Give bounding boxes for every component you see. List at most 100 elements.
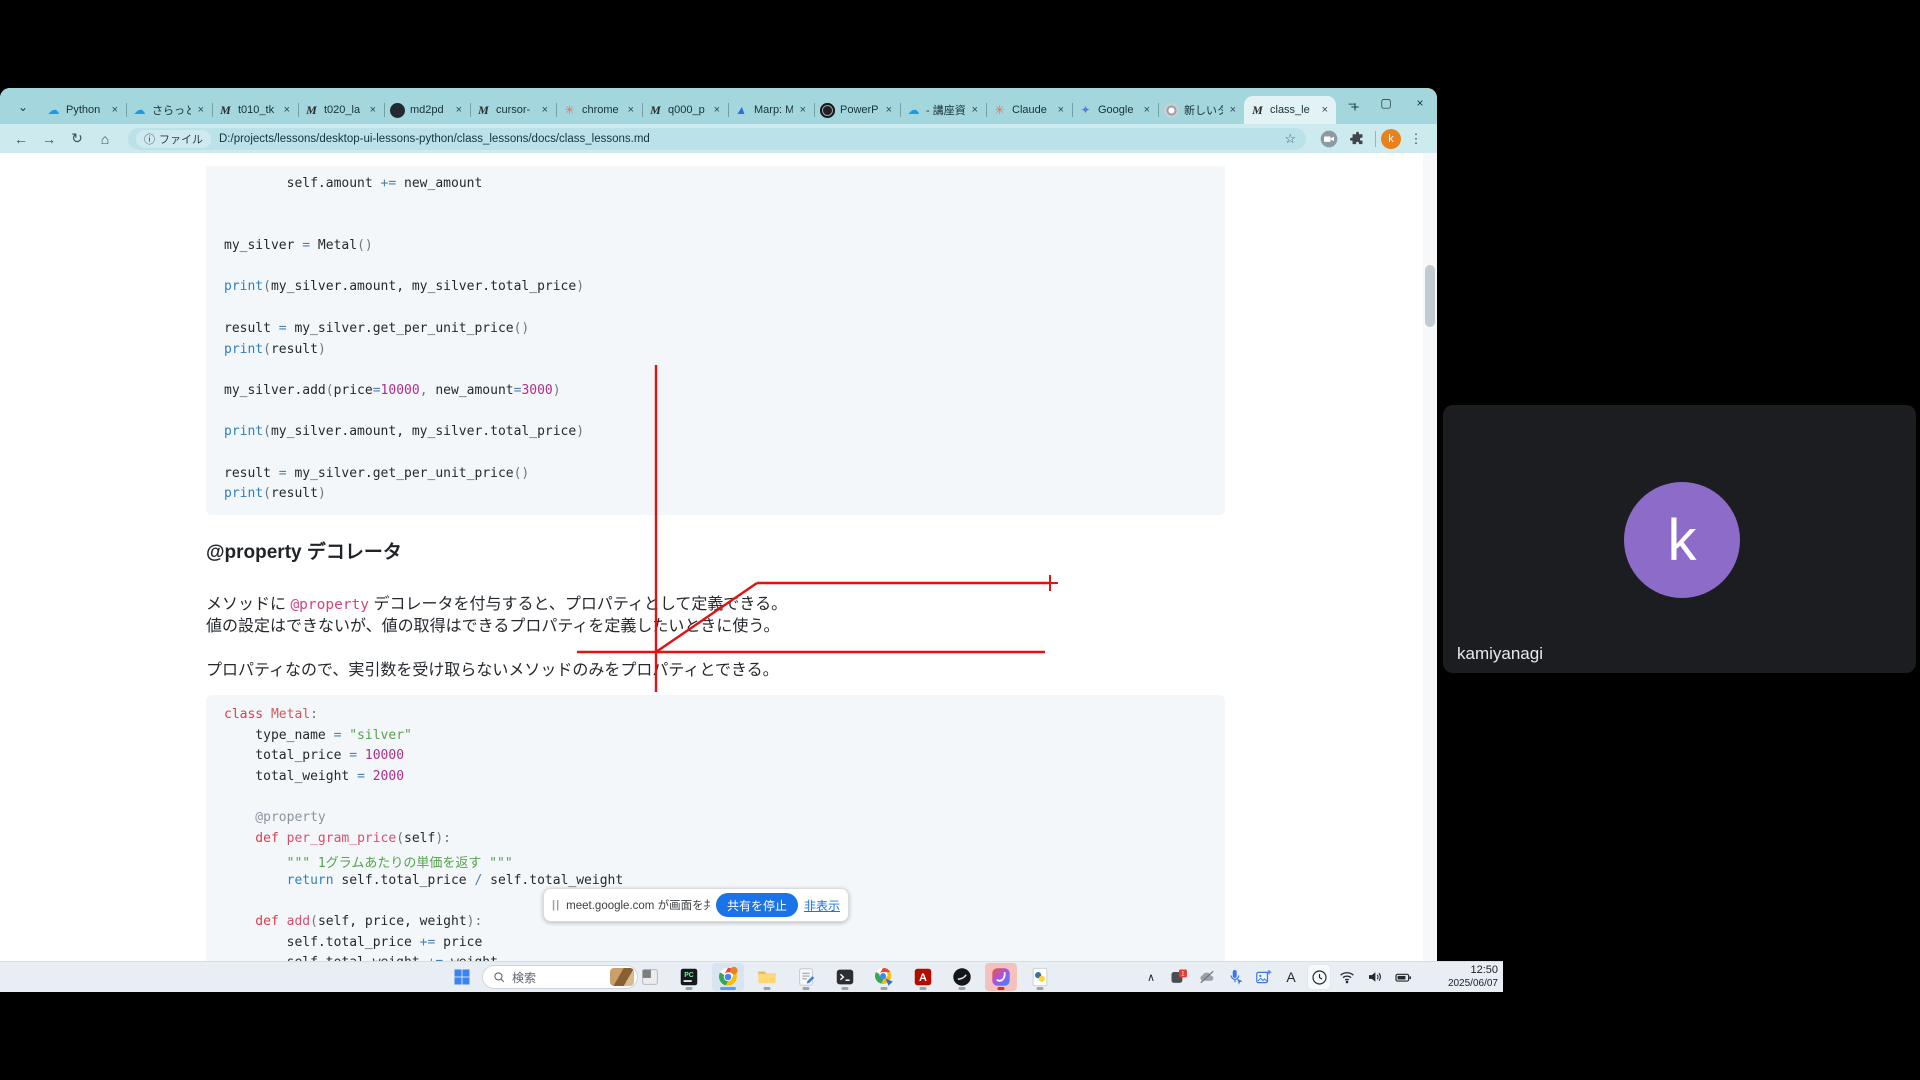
browser-window: ⌄ ☁Python×☁さらっと学×Mt010_tk×Mt020_la×md2pd…	[0, 88, 1437, 961]
reload-icon[interactable]: ↻	[64, 127, 90, 151]
taskbar-dark-app-icon[interactable]	[946, 963, 978, 991]
extensions-puzzle-icon[interactable]	[1344, 127, 1370, 151]
code-line: print(my_silver.amount, my_silver.total_…	[224, 424, 1211, 445]
restore-button[interactable]: ▢	[1369, 88, 1403, 118]
chrome-gray-icon	[1164, 103, 1179, 118]
meet-share-banner: || meet.google.com が画面を共有しています。 共有を停止 非表…	[543, 888, 849, 922]
tab-- 講座資[interactable]: ☁- 講座資×	[900, 96, 986, 124]
cloud-icon: ☁	[132, 103, 147, 118]
taskbar-terminal-icon[interactable]	[829, 963, 861, 991]
search-daily-image[interactable]	[610, 968, 634, 986]
taskbar: 検索 PC A ∧1 A 12:50 2025/06/07	[0, 961, 1503, 992]
taskbar-chrome-icon[interactable]	[712, 963, 744, 991]
tab-close-icon[interactable]: ×	[884, 104, 894, 116]
tab-label: Marp: M	[754, 104, 793, 116]
tab-close-icon[interactable]: ×	[1056, 104, 1066, 116]
stop-sharing-button[interactable]: 共有を停止	[716, 893, 798, 917]
tab-close-icon[interactable]: ×	[1142, 104, 1152, 116]
tab-Marp: M[interactable]: ▲Marp: M×	[728, 96, 814, 124]
tab-PowerP[interactable]: PowerP×	[814, 96, 900, 124]
tab-Python[interactable]: ☁Python×	[40, 96, 126, 124]
tab-t020_la[interactable]: Mt020_la×	[298, 96, 384, 124]
tab-close-icon[interactable]: ×	[626, 104, 636, 116]
volume-icon[interactable]	[1364, 965, 1386, 989]
back-icon[interactable]: ←	[8, 127, 34, 151]
code-line: my_silver = Metal()	[224, 238, 1211, 259]
participant-tile[interactable]: k kamiyanagi	[1443, 405, 1916, 673]
taskbar-gray-app-icon[interactable]	[634, 963, 666, 991]
tab-close-icon[interactable]: ×	[282, 104, 292, 116]
tab-md2pd[interactable]: md2pd×	[384, 96, 470, 124]
tab-新しいタ[interactable]: 新しいタ×	[1158, 96, 1244, 124]
code-line: print(result)	[224, 342, 1211, 363]
section-heading: @property デコレータ	[206, 537, 402, 564]
tab-close-icon[interactable]: ×	[368, 104, 378, 116]
tab-q000_p[interactable]: Mq000_p×	[642, 96, 728, 124]
pause-icon[interactable]: ||	[552, 899, 560, 911]
code-line: total_price = 10000	[224, 748, 1211, 769]
tab-close-icon[interactable]: ×	[540, 104, 550, 116]
start-button[interactable]	[447, 965, 477, 989]
code-line	[224, 445, 1211, 466]
tab-close-icon[interactable]: ×	[196, 104, 206, 116]
onedrive-off-icon[interactable]	[1196, 965, 1218, 989]
taskbar-pdf-icon[interactable]: A	[907, 963, 939, 991]
taskbar-explorer-icon[interactable]	[751, 963, 783, 991]
tab-class_le[interactable]: Mclass_le×	[1244, 96, 1336, 124]
ime-a-icon[interactable]: A	[1280, 965, 1302, 989]
tab-close-icon[interactable]: ×	[712, 104, 722, 116]
tab-strip: ⌄ ☁Python×☁さらっと学×Mt010_tk×Mt020_la×md2pd…	[0, 88, 1437, 124]
profile-avatar[interactable]: k	[1381, 129, 1401, 149]
tab-Google[interactable]: ✦Google×	[1072, 96, 1158, 124]
tab-cursor-[interactable]: Mcursor-×	[470, 96, 556, 124]
taskbar-chrome-blue-icon[interactable]	[868, 963, 900, 991]
tab-close-icon[interactable]: ×	[1320, 104, 1330, 116]
marp-icon: ▲	[733, 103, 750, 118]
mic-icon[interactable]	[1224, 965, 1246, 989]
clock-time: 12:50	[1432, 964, 1498, 977]
scrollbar[interactable]	[1423, 153, 1437, 961]
battery-icon[interactable]	[1392, 965, 1414, 989]
system-tray: ∧1 A	[1140, 962, 1414, 992]
code-line	[224, 300, 1211, 321]
close-button[interactable]: ×	[1403, 88, 1437, 118]
tab-Claude[interactable]: ✳Claude×	[986, 96, 1072, 124]
tab-close-icon[interactable]: ×	[110, 104, 120, 116]
address-bar[interactable]: ⓘ ファイル D:/projects/lessons/desktop-ui-le…	[128, 128, 1306, 150]
tab-label: さらっと学	[152, 102, 191, 118]
wifi-icon[interactable]	[1336, 965, 1358, 989]
browser-menu-icon[interactable]: ⋮	[1403, 127, 1429, 151]
taskbar-search[interactable]: 検索	[482, 965, 638, 989]
taskbar-copilot-icon[interactable]	[985, 963, 1017, 991]
tab-さらっと学[interactable]: ☁ さらっと学 ×	[126, 96, 212, 124]
tab-t010_tk[interactable]: Mt010_tk×	[212, 96, 298, 124]
taskbar-notepad-icon[interactable]	[790, 963, 822, 991]
forward-icon[interactable]: →	[36, 127, 62, 151]
tab-close-icon[interactable]: ×	[454, 104, 464, 116]
screenshot-icon[interactable]	[1252, 965, 1274, 989]
bookmark-star-icon[interactable]: ☆	[1282, 131, 1298, 147]
tab-search-chevron-icon[interactable]: ⌄	[10, 94, 36, 120]
tab-close-icon[interactable]: ×	[798, 104, 808, 116]
clock-app-icon[interactable]	[1308, 965, 1330, 989]
inline-code: @property	[290, 597, 369, 613]
tab-chrome[interactable]: ✳chrome×	[556, 96, 642, 124]
scrollbar-thumb[interactable]	[1425, 265, 1435, 327]
file-scheme-chip[interactable]: ⓘ ファイル	[136, 130, 211, 148]
tab-close-icon[interactable]: ×	[1228, 104, 1238, 116]
home-icon[interactable]: ⌂	[92, 127, 118, 151]
url-text[interactable]: D:/projects/lessons/desktop-ui-lessons-p…	[219, 133, 1282, 145]
taskbar-python-file-icon[interactable]	[1024, 963, 1056, 991]
tab-close-icon[interactable]: ×	[970, 104, 980, 116]
chevron-up-icon[interactable]: ∧	[1140, 965, 1162, 989]
share-banner-text: meet.google.com が画面を共有しています。	[566, 897, 710, 913]
taskbar-clock[interactable]: 12:50 2025/06/07	[1432, 964, 1498, 990]
screen: ⌄ ☁Python×☁さらっと学×Mt010_tk×Mt020_la×md2pd…	[0, 0, 1920, 1080]
media-capture-icon[interactable]	[1316, 127, 1342, 151]
gemini-icon: ✦	[1078, 103, 1093, 118]
taskbar-pycharm-icon[interactable]: PC	[673, 963, 705, 991]
notification-badge-icon[interactable]: 1	[1168, 965, 1190, 989]
code-line: @property	[224, 810, 1211, 831]
hide-banner-link[interactable]: 非表示	[804, 897, 840, 914]
minimize-button[interactable]: –	[1335, 88, 1369, 118]
